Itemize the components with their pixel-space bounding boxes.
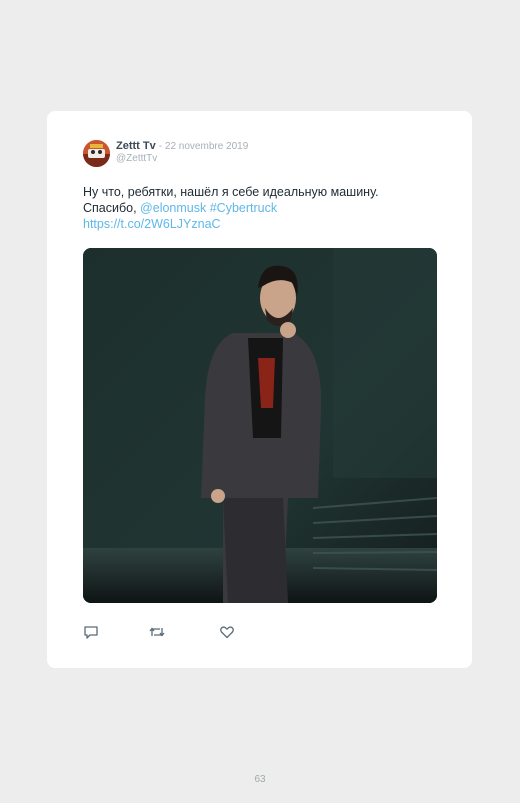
tweet-url-link[interactable]: https://t.co/2W6LJYznaC xyxy=(83,217,221,231)
author-avatar[interactable] xyxy=(83,140,110,167)
page-number: 63 xyxy=(254,774,266,785)
tweet-text-line1: Ну что, ребятки, нашёл я себе идеальную … xyxy=(83,185,379,199)
hashtag-link[interactable]: #Cybertruck xyxy=(210,201,277,215)
avatar-image xyxy=(83,140,110,167)
tweet-card: Zettt Tv - 22 novembre 2019 @ZetttTv Ну … xyxy=(47,111,472,668)
retweet-icon[interactable] xyxy=(149,624,165,640)
tweet-text-prefix: Спасибо, xyxy=(83,201,141,215)
author-handle[interactable]: @ZetttTv xyxy=(116,153,157,165)
tweet-media[interactable] xyxy=(83,248,437,603)
reply-icon[interactable] xyxy=(83,624,99,640)
tweet-text: Ну что, ребятки, нашёл я себе идеальную … xyxy=(83,184,443,232)
mention-link[interactable]: @elonmusk xyxy=(140,201,206,215)
author-line: Zettt Tv - 22 novembre 2019 xyxy=(116,140,248,153)
tweet-date[interactable]: - 22 novembre 2019 xyxy=(159,141,249,152)
tweet-actions xyxy=(83,624,283,640)
tweet-text-line2: Спасибо, @elonmusk #Cybertruck xyxy=(83,200,443,216)
media-image xyxy=(83,248,437,603)
author-name[interactable]: Zettt Tv xyxy=(116,140,156,152)
like-icon[interactable] xyxy=(219,624,235,640)
